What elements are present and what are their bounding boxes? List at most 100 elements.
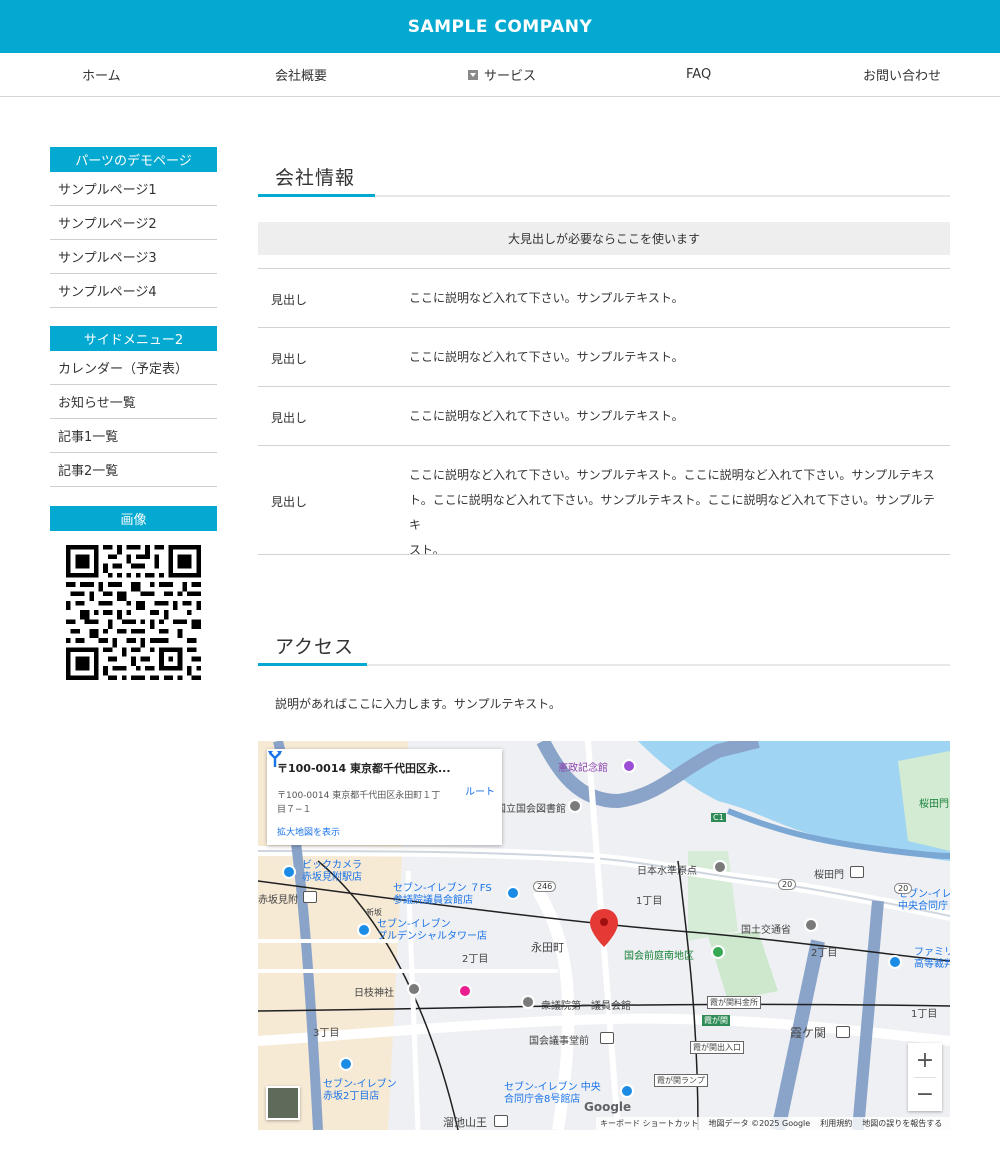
map-zoom-control: + − bbox=[908, 1043, 942, 1111]
satellite-toggle-button[interactable] bbox=[266, 1086, 300, 1120]
nav-item-service[interactable]: サービス bbox=[468, 53, 536, 96]
site-logo[interactable]: SAMPLE COMPANY bbox=[408, 17, 593, 37]
nav-item-home[interactable]: ホーム bbox=[82, 53, 121, 96]
row-heading: 見出し bbox=[271, 411, 308, 425]
nav-item-contact[interactable]: お問い合わせ bbox=[863, 53, 941, 96]
route-shield: 20 bbox=[778, 879, 797, 890]
sidebar-item-articles2[interactable]: 記事2一覧 bbox=[50, 453, 217, 487]
zoom-in-button[interactable]: + bbox=[908, 1043, 942, 1077]
map-label[interactable]: 国立国会図書館 bbox=[496, 800, 566, 815]
sidebar-section-image: 画像 bbox=[50, 506, 217, 531]
government-icon[interactable] bbox=[804, 918, 818, 932]
map-label[interactable]: セブン-イレブン ７FS 参議院議員会館店 bbox=[393, 883, 492, 907]
map-label[interactable]: 憲政記念館 bbox=[558, 759, 608, 774]
access-description: 説明があればここに入力します。サンプルテキスト。 bbox=[275, 697, 561, 711]
map-label: 霞が関料金所 bbox=[707, 996, 761, 1009]
table-bottom-border bbox=[258, 554, 950, 555]
library-icon[interactable] bbox=[568, 799, 582, 813]
map-label[interactable]: 桜田門 bbox=[814, 866, 844, 881]
nav-item-service-label: サービス bbox=[484, 69, 537, 84]
map-label[interactable]: 桜田門 bbox=[919, 795, 949, 810]
government-icon[interactable] bbox=[521, 995, 535, 1009]
nav-item-company[interactable]: 会社概要 bbox=[275, 53, 327, 96]
map-label[interactable]: 国土交通省 bbox=[741, 921, 791, 936]
sidebar-heading: サイドメニュー2 bbox=[50, 326, 217, 351]
sidebar-item-sample1[interactable]: サンプルページ1 bbox=[50, 172, 217, 206]
map-label: 1丁目 bbox=[911, 1009, 938, 1020]
map-info-card: 〒100-0014 東京都千代田区永... 〒100-0014 東京都千代田区永… bbox=[267, 749, 502, 845]
convenience-store-icon[interactable] bbox=[888, 955, 902, 969]
sidebar-item-sample2[interactable]: サンプルページ2 bbox=[50, 206, 217, 240]
map-label: 霞が関 bbox=[702, 1015, 730, 1026]
directions-icon[interactable] bbox=[267, 749, 283, 767]
map-label[interactable]: ファミリ 高等裁判 bbox=[914, 947, 950, 971]
map-label[interactable]: 溜池山王 bbox=[443, 1114, 487, 1130]
map-label[interactable]: 日本水準原点 bbox=[637, 862, 697, 877]
map-label[interactable]: 赤坂見附 bbox=[258, 891, 298, 906]
sidebar-item-sample3[interactable]: サンプルページ3 bbox=[50, 240, 217, 274]
sidebar-section-menu2: サイドメニュー2 カレンダー（予定表） お知らせ一覧 記事1一覧 記事2一覧 bbox=[50, 326, 217, 487]
park-icon[interactable] bbox=[711, 945, 725, 959]
row-description-line: スト。 bbox=[409, 543, 445, 557]
convenience-store-icon[interactable] bbox=[506, 886, 520, 900]
museum-icon[interactable] bbox=[622, 759, 636, 773]
heading-accent-bar bbox=[258, 194, 375, 197]
nav-item-faq[interactable]: FAQ bbox=[686, 53, 711, 96]
google-map[interactable]: 憲政記念館 国立国会図書館 桜田門 桜田門 日本水準原点 ビックカメラ 赤坂見附… bbox=[258, 741, 950, 1130]
map-label: 霞が関ランプ bbox=[654, 1074, 708, 1087]
sidebar-item-calendar[interactable]: カレンダー（予定表） bbox=[50, 351, 217, 385]
map-label[interactable]: セブン-イレブン 赤坂2丁目店 bbox=[323, 1079, 397, 1103]
map-card-title: 〒100-0014 東京都千代田区永... bbox=[277, 762, 451, 775]
convenience-store-icon[interactable] bbox=[357, 923, 371, 937]
convenience-store-icon[interactable] bbox=[339, 1057, 353, 1071]
row-heading: 見出し bbox=[271, 495, 308, 509]
map-enlarge-link[interactable]: 拡大地図を表示 bbox=[277, 825, 340, 838]
station-icon[interactable] bbox=[600, 1032, 614, 1044]
sidebar-item-news[interactable]: お知らせ一覧 bbox=[50, 385, 217, 419]
shrine-icon[interactable] bbox=[407, 982, 421, 996]
map-label[interactable]: 国会議事堂前 bbox=[529, 1032, 589, 1047]
section-heading-text: アクセス bbox=[275, 636, 355, 658]
map-label: 2丁目 bbox=[462, 954, 489, 965]
map-label[interactable]: 衆議院第一議員会館 bbox=[541, 997, 631, 1012]
route-shield: C1 bbox=[711, 813, 726, 822]
qr-code-image bbox=[66, 545, 201, 680]
keyboard-shortcuts-link[interactable]: キーボード ショートカット bbox=[600, 1118, 699, 1129]
directions-label[interactable]: ルート bbox=[465, 783, 495, 798]
sidebar-item-sample4[interactable]: サンプルページ4 bbox=[50, 274, 217, 308]
map-label: 2丁目 bbox=[811, 948, 838, 959]
row-description: ここに説明など入れて下さい。サンプルテキスト。 bbox=[409, 291, 684, 305]
map-label[interactable]: 国会前庭南地区 bbox=[624, 947, 694, 962]
row-description: ここに説明など入れて下さい。サンプルテキスト。 bbox=[409, 350, 684, 364]
map-label[interactable]: 霞ケ関 bbox=[790, 1024, 826, 1041]
convenience-store-icon[interactable] bbox=[620, 1084, 634, 1098]
table-row: 見出し ここに説明など入れて下さい。サンプルテキスト。 bbox=[258, 327, 950, 387]
hotel-icon[interactable] bbox=[458, 984, 472, 998]
map-label[interactable]: 永田町 bbox=[531, 939, 564, 955]
map-data-attribution: 地図データ ©2025 Google bbox=[708, 1119, 811, 1128]
station-icon[interactable] bbox=[303, 891, 317, 903]
shopping-icon[interactable] bbox=[282, 865, 296, 879]
map-card-address: 〒100-0014 東京都千代田区永田町１丁目７−１ bbox=[277, 791, 441, 815]
route-shield: 246 bbox=[533, 881, 557, 892]
map-label[interactable]: 日枝神社 bbox=[354, 984, 394, 999]
station-icon[interactable] bbox=[494, 1115, 508, 1127]
map-label[interactable]: ビックカメラ 赤坂見附駅店 bbox=[302, 860, 362, 884]
row-description-line: ト。ここに説明など入れて下さい。サンプルテキスト。ここに説明など入れて下さい。サ… bbox=[409, 493, 935, 532]
station-icon[interactable] bbox=[836, 1026, 850, 1038]
terms-link[interactable]: 利用規約 bbox=[820, 1118, 852, 1129]
sidebar-item-articles1[interactable]: 記事1一覧 bbox=[50, 419, 217, 453]
map-label: 新坂 bbox=[366, 908, 382, 917]
zoom-out-button[interactable]: − bbox=[908, 1077, 942, 1111]
site-header: SAMPLE COMPANY bbox=[0, 0, 1000, 53]
map-label: 1丁目 bbox=[636, 896, 663, 907]
google-logo: Google bbox=[584, 1100, 632, 1114]
table-row: 見出し ここに説明など入れて下さい。サンプルテキスト。ここに説明など入れて下さい… bbox=[258, 445, 950, 557]
map-label[interactable]: セブン-イレブン プルデンシャルタワー店 bbox=[377, 919, 487, 943]
landmark-icon[interactable] bbox=[713, 860, 727, 874]
station-icon[interactable] bbox=[850, 866, 864, 878]
report-error-link[interactable]: 地図の誤りを報告する bbox=[862, 1118, 942, 1129]
row-description-line: ここに説明など入れて下さい。サンプルテキスト。ここに説明など入れて下さい。サンプ… bbox=[409, 468, 935, 482]
sidebar-section-demo: パーツのデモページ サンプルページ1 サンプルページ2 サンプルページ3 サンプ… bbox=[50, 147, 217, 308]
row-description: ここに説明など入れて下さい。サンプルテキスト。ここに説明など入れて下さい。サンプ… bbox=[409, 463, 939, 563]
